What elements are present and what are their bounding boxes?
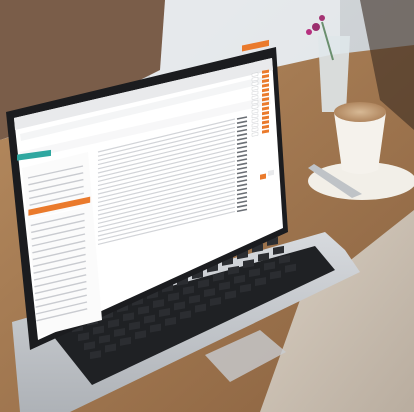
photo-scene bbox=[0, 0, 414, 412]
vase bbox=[318, 36, 350, 112]
coffee-foam bbox=[334, 102, 386, 122]
